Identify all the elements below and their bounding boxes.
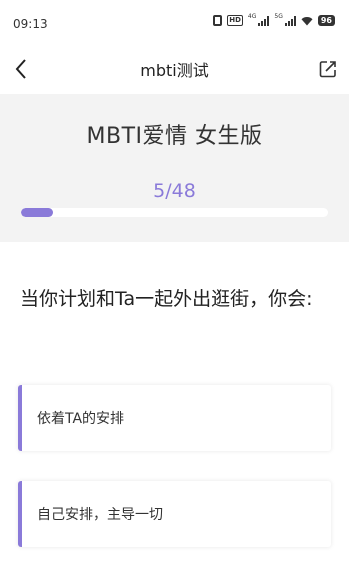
question-text: 当你计划和Ta一起外出逛街，你会: [20,288,313,310]
progress-bar [21,208,328,217]
wifi-icon [301,16,313,25]
signal-4g-label: 4G [247,13,257,20]
share-icon [319,61,336,78]
status-icons: HD 4G 5G 96 [213,13,335,26]
answer-option-label: 依着TA的安排 [37,411,125,427]
answer-option-label: 自己安排，主导一切 [37,507,163,523]
signal-5g-label: 5G [274,13,283,20]
test-title: MBTI爱情 女生版 [86,124,263,149]
signal-icon-2 [284,15,296,26]
progress-text: 5/48 [153,180,196,202]
status-bar: 09:13 HD 4G 5G 96 [0,0,349,44]
answer-option-1[interactable]: 依着TA的安排 [18,385,331,451]
vibrate-icon [213,15,223,26]
battery-icon: 96 [317,15,335,26]
test-header: MBTI爱情 女生版 5/48 [0,94,349,242]
signal-icon [258,15,270,26]
answer-option-2[interactable]: 自己安排，主导一切 [18,481,331,547]
share-button[interactable] [315,55,341,83]
hd-icon: HD [227,15,243,26]
progress-fill [21,208,53,217]
page-title: mbti测试 [140,61,209,80]
status-time: 09:13 [13,17,48,31]
nav-bar: mbti测试 [0,44,349,94]
